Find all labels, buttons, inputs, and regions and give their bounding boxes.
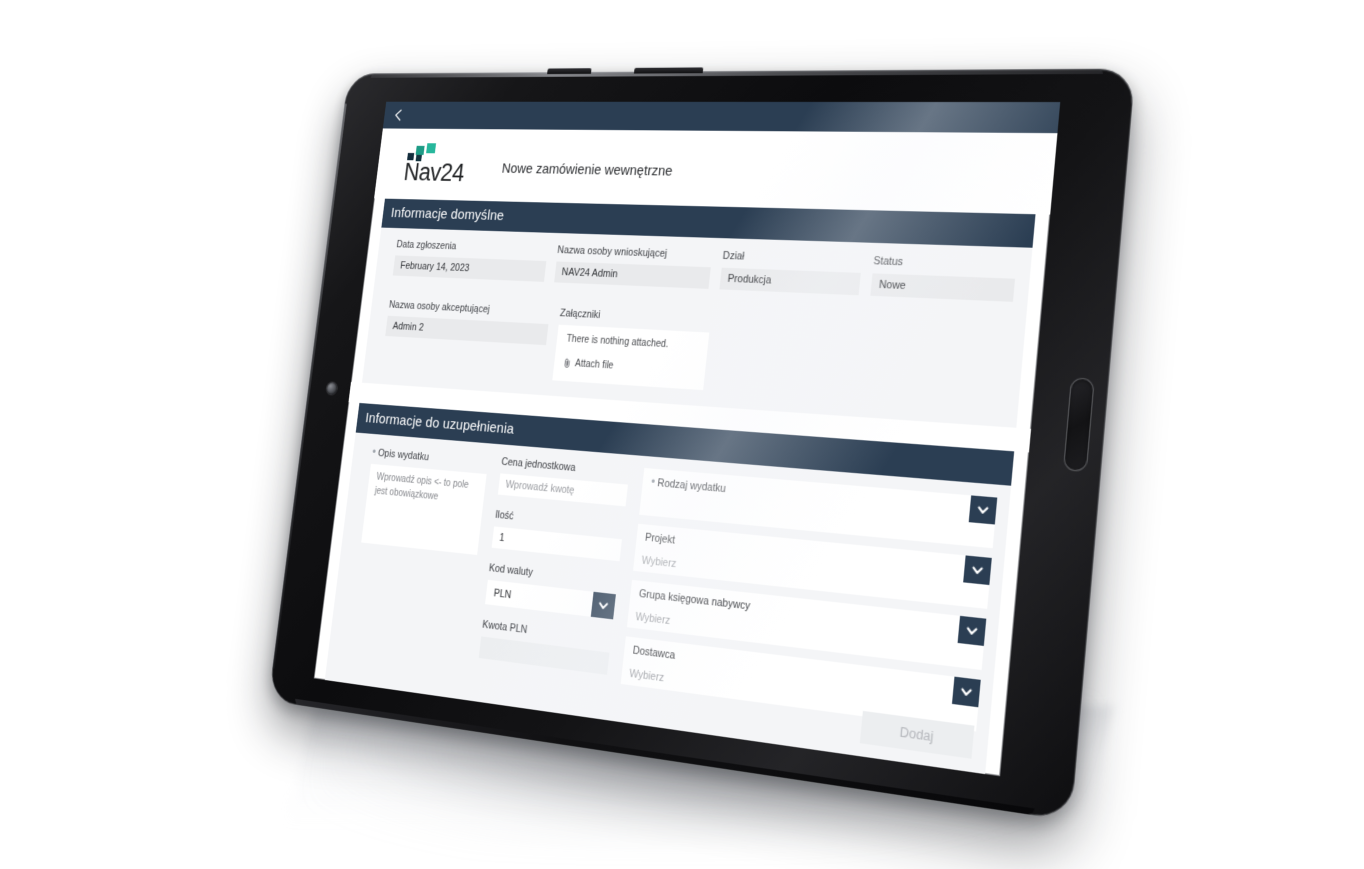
field-date-label: Data zgłoszenia: [395, 239, 457, 253]
attach-file-button[interactable]: Attach file: [563, 358, 696, 377]
project-select[interactable]: Projekt: [635, 523, 992, 586]
field-department: Dział Produkcja: [719, 249, 862, 296]
field-supplier-label: Dostawca: [632, 643, 676, 662]
project-input[interactable]: Wybierz: [633, 548, 990, 609]
quantity-input[interactable]: 1: [491, 526, 623, 562]
nav24-logo-icon: [407, 143, 446, 162]
chevron-down-icon[interactable]: [590, 591, 617, 620]
default-info-row-1: Data zgłoszenia February 14, 2023 Nazwa …: [392, 239, 1017, 302]
field-date-value: February 14, 2023: [392, 255, 547, 282]
field-requester: Nazwa osoby wnioskującej NAV24 Admin: [553, 244, 713, 289]
field-expense-type-label-text: Rodzaj wydatku: [656, 476, 727, 495]
field-approver: Nazwa osoby akceptującej Admin 2: [381, 299, 550, 379]
chevron-down-icon[interactable]: [951, 676, 981, 708]
field-buyer-posting-group: Grupa księgowa nabywcy Wybierz: [626, 579, 987, 671]
field-expense-type-label: •Rodzaj wydatku: [650, 474, 726, 495]
field-buyer-posting-group-label: Grupa księgowa nabywcy: [638, 587, 751, 613]
tablet-body: Nav24 Nowe zamówienie wewnętrzne Informa…: [268, 67, 1136, 821]
field-attachments: Załączniki There is nothing attached. At…: [552, 308, 726, 392]
brand-logo[interactable]: Nav24: [402, 143, 467, 187]
supplier-input[interactable]: Wybierz: [620, 661, 979, 732]
required-marker-icon: •: [371, 445, 377, 459]
volume-button[interactable]: [547, 68, 592, 75]
field-description-label-text: Opis wydatku: [377, 447, 430, 464]
field-attachments-label: Załączniki: [559, 307, 601, 322]
front-camera: [326, 382, 338, 395]
expense-type-select[interactable]: •Rodzaj wydatku: [641, 467, 998, 525]
field-project-label: Projekt: [644, 531, 676, 547]
field-approver-value: Admin 2: [385, 315, 549, 346]
attachments-empty-text: There is nothing attached.: [565, 333, 669, 351]
section-fill-info-body: •Opis wydatku Wprowadź opis <- to pole j…: [324, 432, 1012, 777]
required-marker-icon: •: [650, 474, 656, 489]
logo-square-dark-1: [407, 152, 415, 161]
tablet-screen: Nav24 Nowe zamówienie wewnętrzne Informa…: [313, 101, 1061, 777]
buyer-posting-group-input[interactable]: Wybierz: [626, 605, 984, 671]
field-supplier: Dostawca Wybierz: [620, 636, 981, 732]
field-status: Status Nowe: [870, 255, 1017, 302]
logo-square-teal-1: [415, 145, 425, 155]
logo-square-dark-2: [415, 154, 422, 162]
screenshot-stage: Nav24 Nowe zamówienie wewnętrzne Informa…: [0, 0, 1364, 869]
brand-name: Nav24: [402, 158, 466, 187]
currency-select-value: PLN: [493, 586, 512, 601]
fill-column-right: •Rodzaj wydatku Projekt Wybierz Grupa ks…: [620, 467, 998, 741]
buyer-posting-group-select[interactable]: Grupa księgowa nabywcy: [629, 579, 987, 646]
logo-square-teal-2: [426, 143, 437, 154]
tablet-top-edge-highlight: [370, 68, 1104, 78]
add-button[interactable]: Dodaj: [859, 710, 975, 759]
attachments-box: There is nothing attached. Attach file: [552, 324, 710, 391]
field-department-value: Produkcja: [719, 267, 861, 296]
paperclip-icon: [563, 358, 571, 369]
power-button[interactable]: [633, 67, 704, 74]
supplier-select[interactable]: Dostawca: [623, 636, 981, 708]
attach-file-label: Attach file: [574, 358, 614, 372]
field-status-value: Nowe: [870, 273, 1016, 302]
amount-pln-input[interactable]: [478, 636, 610, 675]
fill-column-left: •Opis wydatku Wprowadź opis <- to pole j…: [347, 445, 489, 672]
chevron-down-icon[interactable]: [957, 615, 987, 646]
field-requester-value: NAV24 Admin: [553, 261, 711, 289]
field-approver-label: Nazwa osoby akceptującej: [388, 299, 491, 316]
chevron-down-icon[interactable]: [968, 495, 998, 525]
tablet-device: Nav24 Nowe zamówienie wewnętrzne Informa…: [268, 67, 1136, 821]
field-date: Data zgłoszenia February 14, 2023: [392, 239, 548, 282]
description-textarea[interactable]: Wprowadź opis <- to pole jest obowiązkow…: [361, 463, 487, 555]
tablet-bottom-edge: [294, 698, 1035, 816]
home-button[interactable]: [1062, 377, 1095, 473]
chevron-down-icon[interactable]: [963, 555, 992, 586]
fill-column-middle: Cena jednostkowa Wprowadź kwotę Ilość 1 …: [477, 456, 630, 691]
page-title: Nowe zamówienie wewnętrzne: [501, 161, 674, 180]
chevron-left-icon[interactable]: [391, 107, 407, 123]
field-requester-label: Nazwa osoby wnioskującej: [556, 244, 668, 260]
field-project: Projekt Wybierz: [633, 523, 992, 609]
field-department-label: Dział: [722, 249, 745, 263]
expense-type-input[interactable]: [639, 492, 995, 549]
field-expense-type: •Rodzaj wydatku: [639, 467, 998, 549]
unit-price-input[interactable]: Wprowadź kwotę: [497, 473, 629, 507]
field-status-label: Status: [872, 255, 904, 269]
